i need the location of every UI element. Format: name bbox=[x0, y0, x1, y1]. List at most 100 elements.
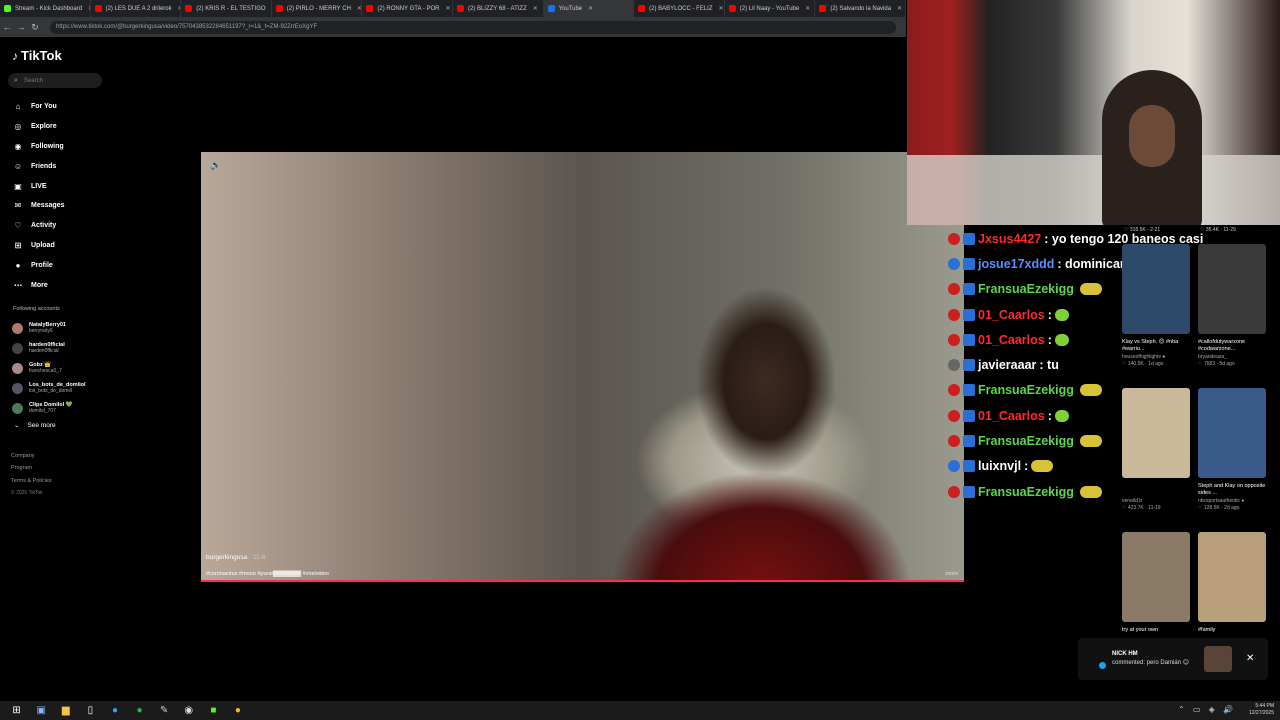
reload-icon[interactable]: ↻ bbox=[28, 22, 42, 33]
tab-close-icon[interactable]: ✕ bbox=[533, 5, 538, 12]
browser-tab[interactable]: (2) Salvando la Navida ✕ bbox=[815, 0, 906, 17]
chat-username[interactable]: 01_Caarlos bbox=[978, 409, 1045, 423]
following-account[interactable]: Clips Domilol 💚 domilol_707 bbox=[12, 398, 86, 418]
chat-badge-icon bbox=[948, 257, 960, 270]
chat-username[interactable]: josue17xddd bbox=[978, 257, 1054, 271]
sidebar-item-explore[interactable]: ◎ Explore bbox=[12, 117, 64, 137]
chat-username[interactable]: 01_Caarlos bbox=[978, 333, 1045, 347]
chat-badge-icon bbox=[963, 308, 975, 321]
sidebar-item-profile[interactable]: ● Profile bbox=[12, 255, 64, 275]
browser-tab[interactable]: (2) KRIS R - EL TESTIGO✕ bbox=[181, 0, 272, 17]
streamer-face bbox=[1129, 105, 1175, 167]
tab-close-icon[interactable]: ✕ bbox=[588, 5, 593, 12]
tab-favicon-icon bbox=[819, 5, 827, 12]
video-caption[interactable]: Steph and Klay on opposite sides ... bbox=[1198, 483, 1270, 497]
video-stats: ♡ 7683 · 5d ago bbox=[1198, 360, 1235, 367]
url-field[interactable]: https://www.tiktok.com/@burgerkingusa/vi… bbox=[50, 20, 896, 34]
chrome-icon[interactable]: ● bbox=[230, 705, 246, 717]
system-tray-icons[interactable]: ⌃ ▭ ◈ 🔊 bbox=[1178, 705, 1236, 714]
video-thumbnail[interactable] bbox=[1198, 532, 1266, 622]
chat-username[interactable]: javieraaar bbox=[978, 358, 1036, 372]
browser-tab[interactable]: (2) PIRLO - MERRY CH ✕ bbox=[272, 0, 363, 17]
file-explorer-icon[interactable]: ▆ bbox=[58, 705, 74, 717]
sidebar-item-more[interactable]: ⋯ More bbox=[12, 275, 64, 295]
footer-link-program[interactable]: Program bbox=[11, 462, 52, 474]
sidebar-item-following[interactable]: ◉ Following bbox=[12, 137, 64, 157]
video-meta: bryandeaza_ ♡ 7683 · 5d ago bbox=[1198, 354, 1270, 367]
stream-chat: Jxsus4427: yo tengo 120 baneos casi josue… bbox=[948, 226, 1203, 504]
sidebar-item-live[interactable]: ▣ LIVE bbox=[12, 176, 64, 196]
kick-icon[interactable]: ■ bbox=[205, 705, 221, 717]
following-account[interactable]: NatalyBerry01 berrynaty6 bbox=[12, 318, 86, 338]
video-thumbnail[interactable] bbox=[1122, 532, 1190, 622]
chat-username[interactable]: luixnvjl bbox=[978, 459, 1021, 473]
video-caption[interactable]: try at your own bbox=[1122, 627, 1194, 634]
browser-tab[interactable]: (2) LES DUE A 2 drilerok✕ bbox=[91, 0, 182, 17]
video-thumbnail[interactable] bbox=[1122, 244, 1190, 334]
tab-close-icon[interactable]: ✕ bbox=[357, 5, 361, 12]
video-caption[interactable]: #family bbox=[1198, 627, 1270, 634]
back-icon[interactable]: ← bbox=[0, 22, 14, 32]
tab-favicon-icon bbox=[728, 5, 736, 12]
browser-tab[interactable]: (2) RONNY GTA - POR ✕ bbox=[362, 0, 453, 17]
tab-close-icon[interactable]: ✕ bbox=[446, 5, 451, 12]
browser-tab[interactable]: (2) BABYLOCC - FELIZ ✕ bbox=[634, 0, 725, 17]
chat-username[interactable]: 01_Caarlos bbox=[978, 308, 1045, 322]
chat-emote-icon bbox=[1079, 435, 1102, 448]
search-icon: ⌕ bbox=[14, 76, 18, 84]
comment-notification[interactable]: NICK HM commented: pero Damián 😊 ✕ bbox=[1078, 638, 1268, 680]
tiktok-logo[interactable]: ♪ TikTok bbox=[12, 48, 62, 63]
chat-username[interactable]: FransuaEzekigg bbox=[978, 434, 1074, 448]
tab-close-icon[interactable]: ✕ bbox=[719, 5, 724, 12]
windows-start-icon[interactable]: ⊞ bbox=[9, 705, 25, 717]
sidebar-item-upload[interactable]: ⊞ Upload bbox=[12, 236, 64, 256]
search-input[interactable]: ⌕ Search bbox=[8, 73, 102, 88]
chat-badge-icon bbox=[963, 460, 975, 473]
browser-tab[interactable]: (2) BLIZZY 68 - ATIZZ ✕ bbox=[453, 0, 544, 17]
browser-tab[interactable]: Stream - Kick Dashboard✕ bbox=[0, 0, 91, 17]
video-player[interactable]: 🔈 burgerkingusa · 11-6 #coronavirus #mon… bbox=[201, 152, 964, 582]
edge-browser-icon[interactable]: ● bbox=[107, 705, 123, 717]
see-more-button[interactable]: ⌄ See more bbox=[14, 421, 56, 430]
system-clock[interactable]: 5:44 PM 12/27/2025 bbox=[1249, 703, 1274, 717]
sidebar-item-messages[interactable]: ✉ Messages bbox=[12, 196, 65, 216]
pen-icon[interactable]: ✎ bbox=[156, 705, 172, 717]
footer-link-company[interactable]: Company bbox=[11, 450, 52, 462]
video-meta: nbcsportsauthentic ● ♡ 128.5K · 2d ago bbox=[1198, 498, 1270, 511]
spotify-icon[interactable]: ● bbox=[132, 705, 148, 717]
sidebar-item-for-you[interactable]: ⌂ For You bbox=[12, 97, 64, 117]
tiktok-logo-text: TikTok bbox=[21, 48, 62, 63]
video-thumbnail[interactable] bbox=[1198, 244, 1266, 334]
video-author[interactable]: burgerkingusa · 11-6 bbox=[206, 554, 266, 561]
tab-close-icon[interactable]: ✕ bbox=[805, 5, 810, 12]
document-icon[interactable]: ▯ bbox=[82, 705, 98, 717]
chat-username[interactable]: FransuaEzekigg bbox=[978, 383, 1074, 397]
chat-badge-icon bbox=[948, 485, 960, 498]
following-account[interactable]: Los_bots_de_domiiol los_bots_de_domiil bbox=[12, 378, 86, 398]
chat-username[interactable]: FransuaEzekigg bbox=[978, 485, 1074, 499]
video-caption[interactable]: Klay vs Steph. 😊 #nba #warrio... bbox=[1122, 339, 1194, 353]
following-account[interactable]: Gobz 👑 franchesca0_7 bbox=[12, 358, 86, 378]
video-caption[interactable]: #callofdutywarzone #codwarzone... bbox=[1198, 339, 1270, 353]
chat-username[interactable]: Jxsus4427 bbox=[978, 232, 1041, 246]
terminal-icon[interactable]: ▣ bbox=[33, 705, 49, 717]
sidebar-item-friends[interactable]: ☺ Friends bbox=[12, 156, 64, 176]
footer-link-terms[interactable]: Terms & Policies bbox=[11, 475, 52, 487]
chat-username[interactable]: FransuaEzekigg bbox=[978, 282, 1074, 296]
video-thumbnail[interactable] bbox=[1122, 388, 1190, 478]
video-thumbnail[interactable] bbox=[1198, 388, 1266, 478]
sidebar-item-label: Upload bbox=[31, 241, 55, 249]
forward-icon[interactable]: → bbox=[14, 22, 28, 32]
volume-icon[interactable]: 🔈 bbox=[210, 160, 221, 171]
following-account[interactable]: harden0fficial harden0fficial bbox=[12, 338, 86, 358]
video-more-button[interactable]: more bbox=[945, 571, 958, 577]
sidebar-item-activity[interactable]: ♡ Activity bbox=[12, 216, 64, 236]
chat-text: : bbox=[1047, 332, 1052, 347]
close-icon[interactable]: ✕ bbox=[1246, 653, 1254, 664]
sidebar-item-label: Profile bbox=[31, 261, 53, 269]
browser-tab[interactable]: YouTube ✕ bbox=[543, 0, 635, 17]
browser-tab[interactable]: (2) Lil Naay - YouTube ✕ bbox=[725, 0, 816, 17]
tab-close-icon[interactable]: ✕ bbox=[897, 5, 902, 12]
obs-icon[interactable]: ◉ bbox=[181, 705, 197, 717]
video-progress-bar[interactable] bbox=[201, 580, 964, 582]
